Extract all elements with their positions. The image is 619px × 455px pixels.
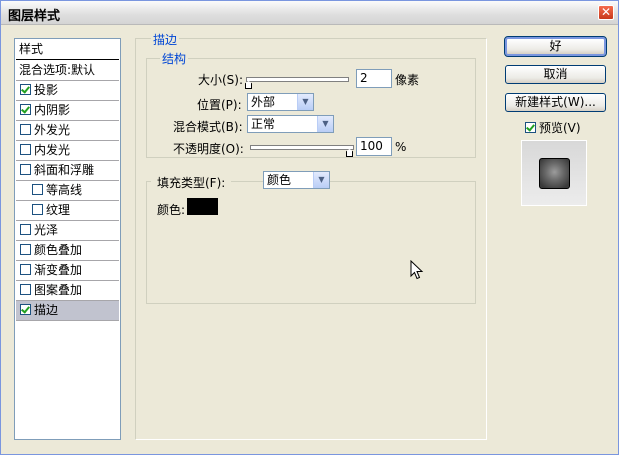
contour-checkbox[interactable] <box>32 184 43 195</box>
position-label: 位置(P): <box>197 98 242 112</box>
style-item-label: 光泽 <box>34 223 59 237</box>
title-bar[interactable]: 图层样式 ✕ <box>1 1 618 25</box>
position-select[interactable]: 外部 ▼ <box>247 93 314 111</box>
mouse-cursor-icon <box>410 260 424 280</box>
style-list-header-label: 样式 <box>19 42 44 56</box>
style-item-bevel-emboss[interactable]: 斜面和浮雕 <box>16 161 119 181</box>
style-item-outer-glow[interactable]: 外发光 <box>16 121 119 141</box>
style-item-label: 斜面和浮雕 <box>34 163 95 177</box>
style-list: 样式 混合选项:默认 投影 内阴影 外发光 内发光 斜面和浮雕 等高线 纹理 光… <box>14 38 121 440</box>
inner-shadow-checkbox[interactable] <box>20 104 31 115</box>
style-item-label: 内阴影 <box>34 103 71 117</box>
inner-glow-checkbox[interactable] <box>20 144 31 155</box>
size-unit: 像素 <box>395 73 420 87</box>
chevron-down-icon[interactable]: ▼ <box>317 116 333 132</box>
opacity-slider[interactable] <box>250 145 354 150</box>
preview-checkbox[interactable] <box>525 122 536 133</box>
size-slider[interactable] <box>246 77 349 82</box>
style-item-gradient-overlay[interactable]: 渐变叠加 <box>16 261 119 281</box>
style-item-label: 投影 <box>34 83 59 97</box>
color-label: 颜色: <box>157 203 186 217</box>
fill-type-select-value: 颜色 <box>267 173 292 187</box>
style-item-label: 渐变叠加 <box>34 263 83 277</box>
color-overlay-checkbox[interactable] <box>20 244 31 255</box>
chevron-down-icon[interactable]: ▼ <box>313 172 329 188</box>
style-item-inner-shadow[interactable]: 内阴影 <box>16 101 119 121</box>
style-item-label: 外发光 <box>34 123 71 137</box>
style-item-pattern-overlay[interactable]: 图案叠加 <box>16 281 119 301</box>
style-list-header[interactable]: 样式 <box>16 40 119 60</box>
style-item-label: 颜色叠加 <box>34 243 83 257</box>
style-item-label: 纹理 <box>46 203 71 217</box>
outer-glow-checkbox[interactable] <box>20 124 31 135</box>
stroke-checkbox[interactable] <box>20 304 31 315</box>
style-item-label: 混合选项:默认 <box>19 63 96 77</box>
blend-mode-label: 混合模式(B): <box>173 120 243 134</box>
style-item-stroke[interactable]: 描边 <box>16 301 119 321</box>
pattern-overlay-checkbox[interactable] <box>20 284 31 295</box>
opacity-unit: % <box>395 140 407 154</box>
style-preview-thumbnail <box>521 140 587 206</box>
style-item-texture[interactable]: 纹理 <box>16 201 119 221</box>
drop-shadow-checkbox[interactable] <box>20 84 31 95</box>
style-item-contour[interactable]: 等高线 <box>16 181 119 201</box>
fill-type-select[interactable]: 颜色 ▼ <box>263 171 330 189</box>
preview-toggle[interactable]: 预览(V) <box>525 119 581 136</box>
position-select-value: 外部 <box>251 95 276 109</box>
ok-button[interactable]: 好 <box>504 36 607 57</box>
preview-label: 预览(V) <box>539 121 581 135</box>
texture-checkbox[interactable] <box>32 204 43 215</box>
window-title: 图层样式 <box>8 9 61 24</box>
size-label: 大小(S): <box>198 73 244 87</box>
fill-type-label: 填充类型(F): <box>151 174 232 191</box>
cancel-button[interactable]: 取消 <box>505 65 606 84</box>
style-item-blending-options[interactable]: 混合选项:默认 <box>16 61 119 81</box>
opacity-input[interactable]: 100 <box>356 137 392 156</box>
structure-title: 结构 <box>160 50 189 67</box>
satin-checkbox[interactable] <box>20 224 31 235</box>
style-item-label: 图案叠加 <box>34 283 83 297</box>
style-item-label: 内发光 <box>34 143 71 157</box>
layer-style-dialog: 图层样式 ✕ 样式 混合选项:默认 投影 内阴影 外发光 内发光 斜面和浮雕 等… <box>0 0 619 455</box>
style-item-label: 等高线 <box>46 183 83 197</box>
style-item-color-overlay[interactable]: 颜色叠加 <box>16 241 119 261</box>
chevron-down-icon[interactable]: ▼ <box>297 94 313 110</box>
blend-mode-select[interactable]: 正常 ▼ <box>247 115 334 133</box>
style-item-satin[interactable]: 光泽 <box>16 221 119 241</box>
blend-mode-select-value: 正常 <box>251 117 276 131</box>
gradient-overlay-checkbox[interactable] <box>20 264 31 275</box>
style-item-drop-shadow[interactable]: 投影 <box>16 81 119 101</box>
new-style-button[interactable]: 新建样式(W)... <box>505 93 606 112</box>
style-item-inner-glow[interactable]: 内发光 <box>16 141 119 161</box>
dialog-body: 样式 混合选项:默认 投影 内阴影 外发光 内发光 斜面和浮雕 等高线 纹理 光… <box>1 26 618 454</box>
size-input[interactable]: 2 <box>356 69 392 88</box>
bevel-emboss-checkbox[interactable] <box>20 164 31 175</box>
stroke-section-title: 描边 <box>151 31 180 48</box>
stroke-color-swatch[interactable] <box>187 198 218 215</box>
opacity-label: 不透明度(O): <box>173 142 244 156</box>
style-item-label: 描边 <box>34 303 59 317</box>
close-icon[interactable]: ✕ <box>598 5 614 20</box>
preview-swatch <box>539 158 570 189</box>
